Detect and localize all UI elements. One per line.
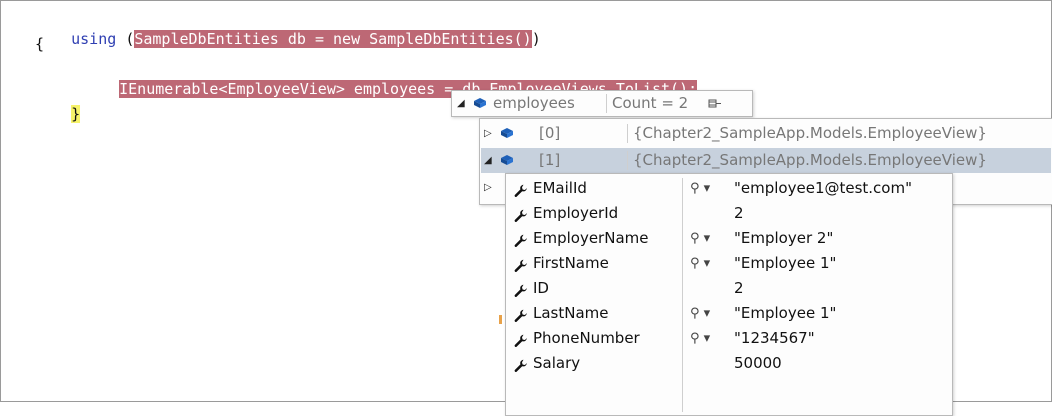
pin-icon[interactable]: [708, 98, 722, 109]
triangle-down-icon[interactable]: ◢: [457, 98, 465, 109]
wrench-icon: [514, 331, 528, 348]
object-icon: [501, 128, 513, 138]
property-name: EmployerId: [533, 204, 619, 222]
property-name: LastName: [533, 304, 609, 322]
property-row[interactable]: EmployerId 2: [506, 201, 952, 226]
property-value: 2: [734, 204, 744, 222]
property-value: 50000: [734, 354, 782, 372]
property-row[interactable]: PhoneNumber ⚲ ▾ "1234567": [506, 326, 952, 351]
divider: [606, 94, 607, 113]
datatip-employees[interactable]: ◢ employees Count = 2: [451, 90, 753, 117]
list-item-selected[interactable]: ◢ [1] {Chapter2_SampleApp.Models.Employe…: [481, 148, 1051, 173]
property-row[interactable]: ID 2: [506, 276, 952, 301]
item-value: {Chapter2_SampleApp.Models.EmployeeView}: [633, 151, 987, 169]
wrench-icon: [514, 256, 528, 273]
property-value: 2: [734, 279, 744, 297]
property-name: EmployerName: [533, 229, 649, 247]
item-index: [0]: [539, 124, 561, 142]
code-line-3[interactable]: IEnumerable<EmployeeView> employees = db…: [83, 59, 698, 98]
code-line-1[interactable]: using (SampleDbEntities db = new SampleD…: [35, 9, 541, 48]
code-editor[interactable]: using (SampleDbEntities db = new SampleD…: [0, 0, 1052, 416]
datatip-properties[interactable]: EMailId ⚲ ▾ "employee1@test.com" EmployerId…: [505, 173, 953, 416]
property-name: PhoneNumber: [533, 329, 640, 347]
triangle-down-icon[interactable]: ◢: [484, 148, 492, 173]
property-row[interactable]: Salary 50000: [506, 351, 952, 376]
wrench-icon: [514, 181, 528, 198]
keyword-using: using: [71, 30, 117, 48]
property-name: ID: [533, 279, 549, 297]
property-value: "Employee 1": [734, 254, 837, 272]
breakpoint-marker: [499, 315, 502, 324]
property-value: "Employer 2": [734, 229, 834, 247]
divider: [627, 124, 628, 143]
magnifier-icon[interactable]: ⚲ ▾: [690, 326, 710, 351]
property-row[interactable]: EMailId ⚲ ▾ "employee1@test.com": [506, 176, 952, 201]
property-value: "1234567": [734, 329, 815, 347]
open-paren: (: [125, 30, 135, 48]
property-row[interactable]: LastName ⚲ ▾ "Employee 1": [506, 301, 952, 326]
item-index: [1]: [539, 151, 561, 169]
datatip-name: employees: [493, 94, 575, 112]
triangle-right-icon[interactable]: ▷: [484, 182, 492, 193]
wrench-icon: [514, 231, 528, 248]
code-line-2: {: [35, 35, 45, 53]
magnifier-icon[interactable]: ⚲ ▾: [690, 226, 710, 251]
property-row[interactable]: EmployerName ⚲ ▾ "Employer 2": [506, 226, 952, 251]
highlighted-expression: SampleDbEntities db = new SampleDbEntiti…: [134, 30, 532, 48]
wrench-icon: [514, 356, 528, 373]
close-paren: ): [531, 30, 541, 48]
wrench-icon: [514, 306, 528, 323]
property-name: EMailId: [533, 179, 587, 197]
object-icon: [474, 98, 486, 108]
property-value: "employee1@test.com": [734, 179, 912, 197]
magnifier-icon[interactable]: ⚲ ▾: [690, 176, 710, 201]
property-value: "Employee 1": [734, 304, 837, 322]
object-icon: [501, 155, 513, 165]
list-item[interactable]: ▷ [0] {Chapter2_SampleApp.Models.Employe…: [480, 121, 1052, 146]
property-name: Salary: [533, 354, 581, 372]
wrench-icon: [514, 206, 528, 223]
magnifier-icon[interactable]: ⚲ ▾: [690, 251, 710, 276]
item-value: {Chapter2_SampleApp.Models.EmployeeView}: [633, 124, 987, 142]
datatip-value: Count = 2: [612, 94, 689, 112]
divider: [627, 151, 628, 170]
code-line-4: }: [35, 84, 81, 123]
closing-brace: }: [71, 105, 81, 123]
property-name: FirstName: [533, 254, 609, 272]
wrench-icon: [514, 281, 528, 298]
magnifier-icon[interactable]: ⚲ ▾: [690, 301, 710, 326]
triangle-right-icon[interactable]: ▷: [484, 121, 492, 146]
property-row[interactable]: FirstName ⚲ ▾ "Employee 1": [506, 251, 952, 276]
